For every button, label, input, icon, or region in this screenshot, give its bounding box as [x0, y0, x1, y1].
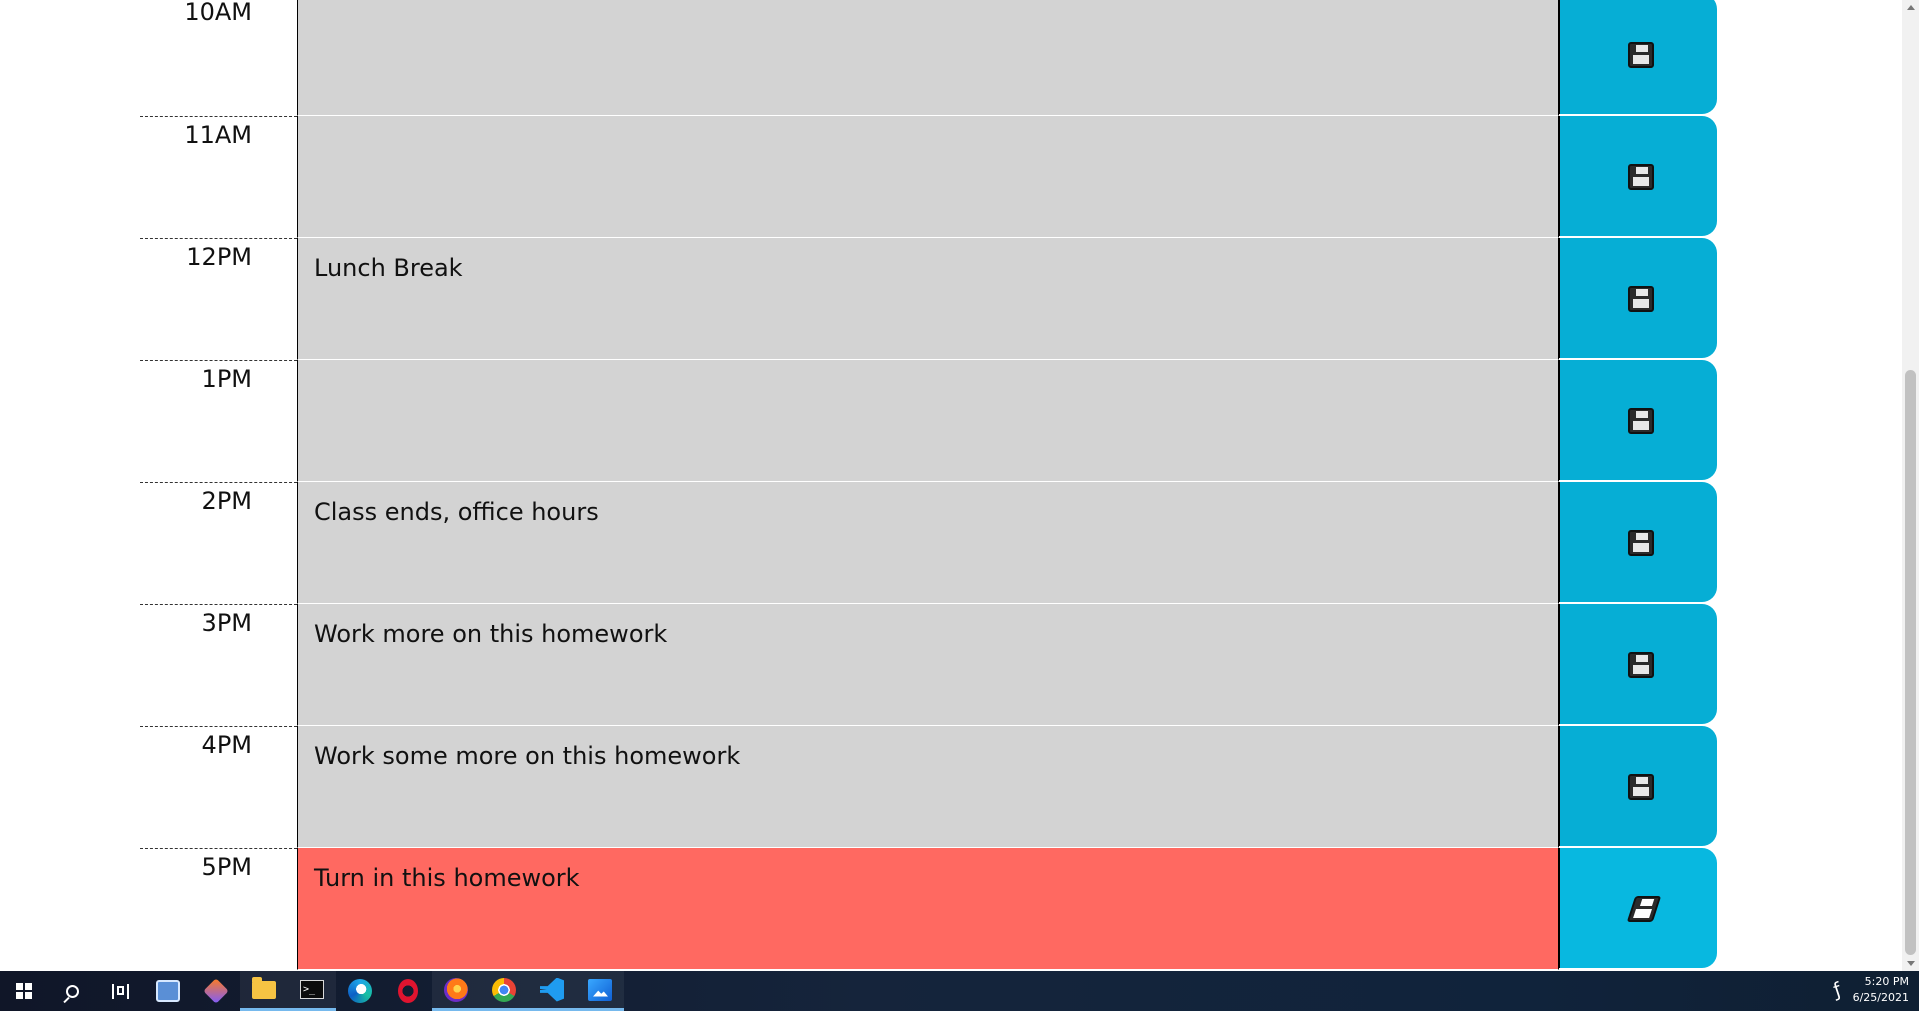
hour-label: 12PM: [140, 238, 297, 360]
git-icon[interactable]: [192, 971, 240, 1011]
file-explorer-icon[interactable]: [240, 971, 288, 1011]
floppy-disk-icon: [1628, 164, 1654, 190]
time-block-row-5pm: 5PM Turn in this homework: [140, 848, 1717, 970]
description-textarea[interactable]: Lunch Break: [297, 238, 1559, 360]
remote-desktop-icon[interactable]: [144, 971, 192, 1011]
floppy-disk-icon: [1628, 408, 1654, 434]
vertical-scrollbar[interactable]: [1902, 0, 1919, 971]
clock-date: 6/25/2021: [1852, 991, 1909, 1004]
clock-time: 5:20 PM: [1864, 975, 1909, 988]
time-block-scheduler: 10AM 11AM 12PM Lunch Break 1PM 2PM Class…: [140, 0, 1717, 970]
firefox-icon[interactable]: [432, 971, 480, 1011]
description-textarea[interactable]: Turn in this homework: [297, 848, 1559, 970]
save-button[interactable]: [1559, 726, 1717, 846]
floppy-disk-icon: [1628, 774, 1654, 800]
save-button[interactable]: [1559, 0, 1717, 114]
hour-label: 11AM: [140, 116, 297, 238]
scroll-down-icon[interactable]: [1907, 961, 1915, 966]
floppy-disk-icon: [1626, 896, 1662, 922]
hour-label: 2PM: [140, 482, 297, 604]
hour-label: 4PM: [140, 726, 297, 848]
vscode-icon[interactable]: [528, 971, 576, 1011]
save-button[interactable]: [1559, 238, 1717, 358]
photos-icon[interactable]: [576, 971, 624, 1011]
time-block-row-11am: 11AM: [140, 116, 1717, 238]
time-block-row-10am: 10AM: [140, 0, 1717, 116]
browser-viewport: 10AM 11AM 12PM Lunch Break 1PM 2PM Class…: [0, 0, 1919, 971]
floppy-disk-icon: [1628, 286, 1654, 312]
floppy-disk-icon: [1628, 42, 1654, 68]
save-button[interactable]: [1559, 116, 1717, 236]
description-text: Lunch Break: [314, 254, 463, 282]
start-icon[interactable]: [0, 971, 48, 1011]
hour-label: 3PM: [140, 604, 297, 726]
description-textarea[interactable]: Work some more on this homework: [297, 726, 1559, 848]
description-textarea[interactable]: Class ends, office hours: [297, 482, 1559, 604]
save-button[interactable]: [1559, 360, 1717, 480]
search-icon[interactable]: [48, 971, 96, 1011]
scroll-up-icon[interactable]: [1907, 5, 1915, 10]
time-block-row-12pm: 12PM Lunch Break: [140, 238, 1717, 360]
hour-label: 1PM: [140, 360, 297, 482]
task-view-icon[interactable]: [96, 971, 144, 1011]
time-block-row-2pm: 2PM Class ends, office hours: [140, 482, 1717, 604]
floppy-disk-icon: [1628, 652, 1654, 678]
description-text: Work some more on this homework: [314, 742, 741, 770]
description-textarea[interactable]: [297, 0, 1559, 116]
edge-icon[interactable]: [336, 971, 384, 1011]
save-button[interactable]: [1559, 482, 1717, 602]
time-block-row-1pm: 1PM: [140, 360, 1717, 482]
time-block-row-4pm: 4PM Work some more on this homework: [140, 726, 1717, 848]
description-text: Work more on this homework: [314, 620, 668, 648]
hour-label: 10AM: [184, 0, 252, 26]
hour-label: 5PM: [140, 848, 297, 970]
scrollbar-thumb[interactable]: [1905, 370, 1916, 955]
chrome-icon[interactable]: [480, 971, 528, 1011]
description-textarea[interactable]: [297, 360, 1559, 482]
pen-icon[interactable]: ƒ: [1831, 979, 1844, 1002]
description-text: Turn in this homework: [314, 864, 580, 892]
description-text: Class ends, office hours: [314, 498, 599, 526]
save-button[interactable]: [1559, 848, 1717, 968]
terminal-icon[interactable]: >_: [288, 971, 336, 1011]
windows-taskbar: >_ ƒ 5:20 PM 6/25/2021: [0, 971, 1919, 1011]
time-block-row-3pm: 3PM Work more on this homework: [140, 604, 1717, 726]
save-button[interactable]: [1559, 604, 1717, 724]
floppy-disk-icon: [1628, 530, 1654, 556]
opera-icon[interactable]: [384, 971, 432, 1011]
description-textarea[interactable]: [297, 116, 1559, 238]
taskbar-clock[interactable]: 5:20 PM 6/25/2021: [1847, 974, 1909, 1006]
description-textarea[interactable]: Work more on this homework: [297, 604, 1559, 726]
